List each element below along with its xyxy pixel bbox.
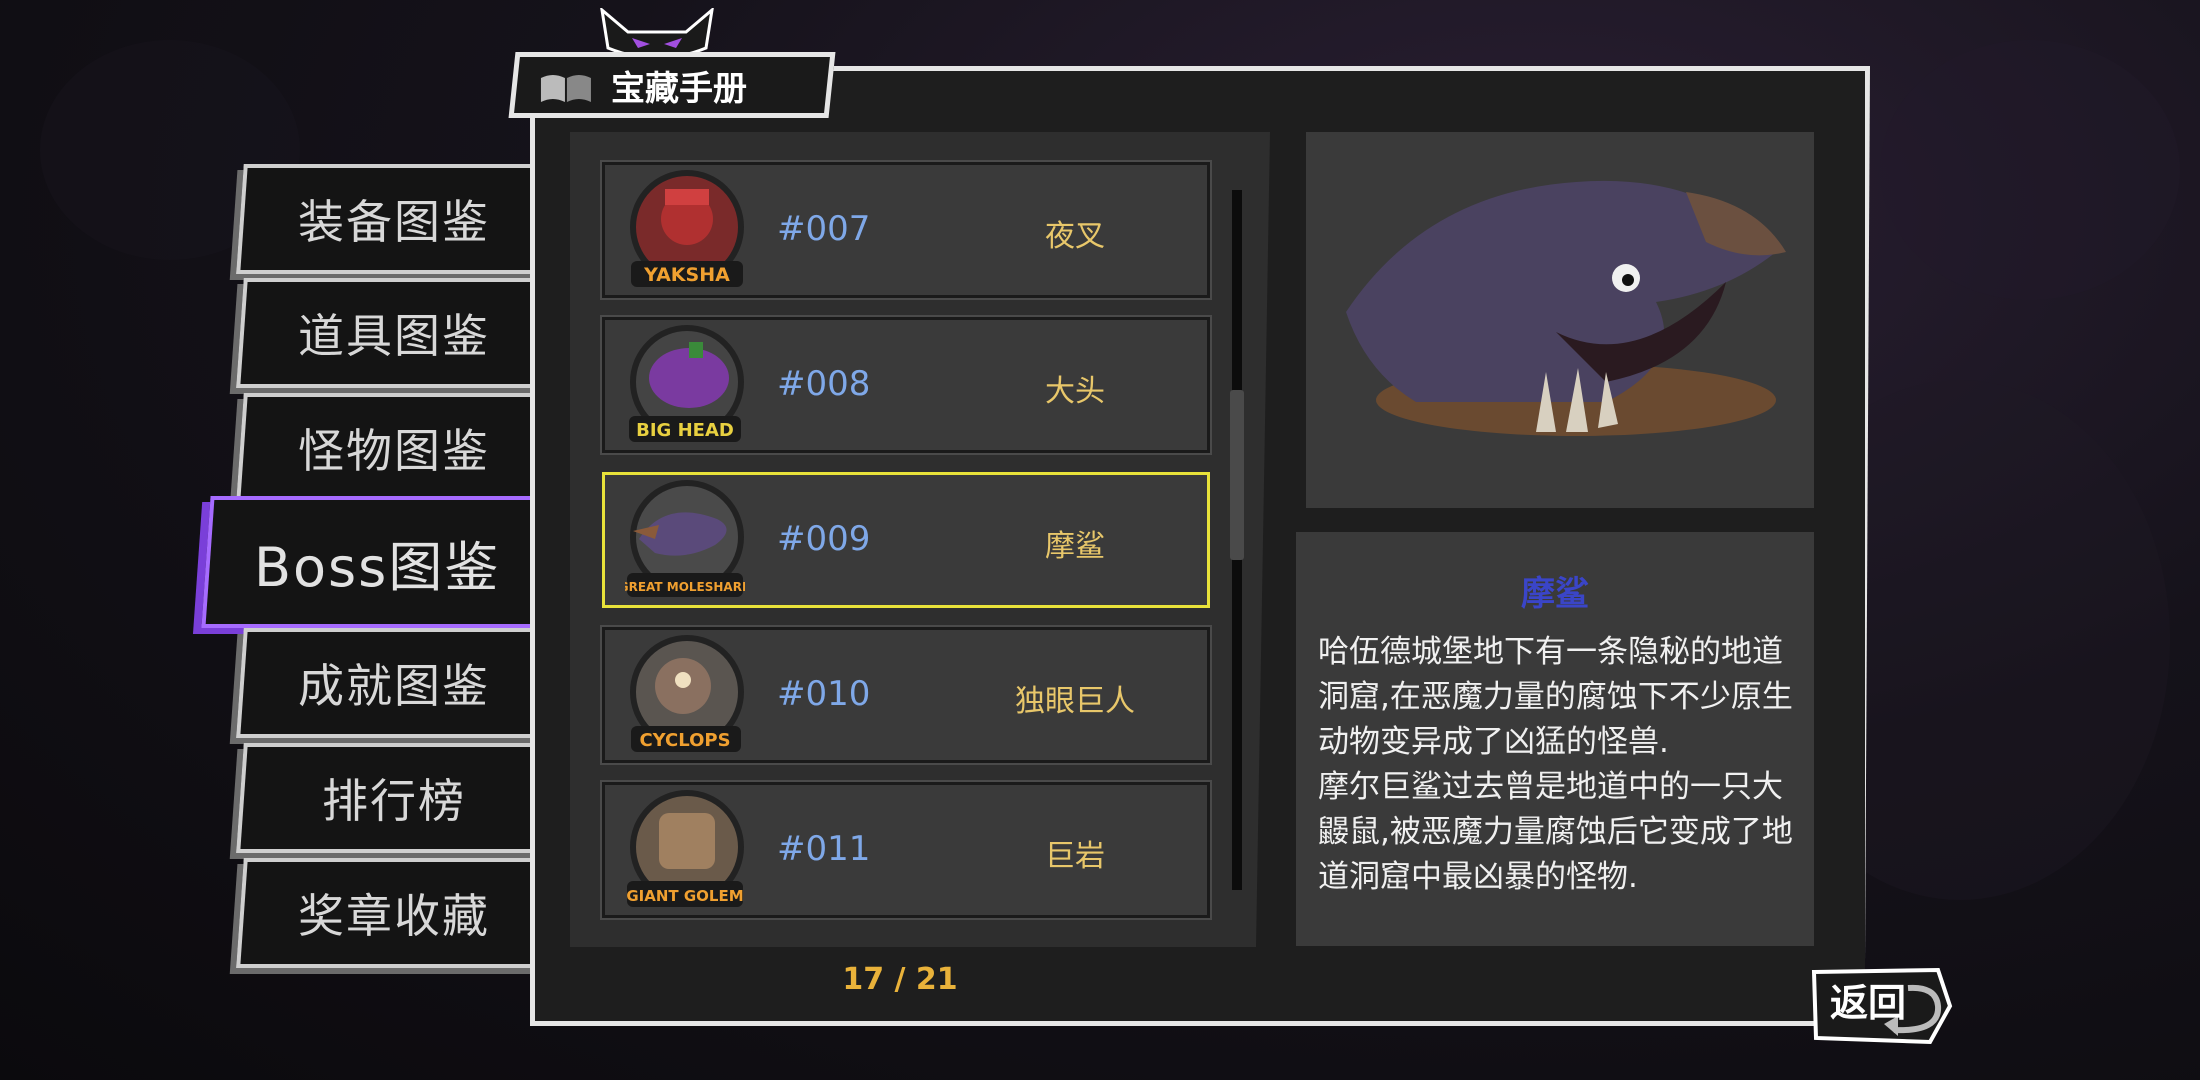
moleshark-illustration: [1346, 180, 1786, 436]
tab-label: Boss图鉴: [253, 535, 501, 599]
tab-medals[interactable]: 奖章收藏: [236, 858, 548, 968]
giant-golem-portrait-icon: GIANT GOLEM: [626, 790, 744, 907]
title-tab: 宝藏手册: [508, 52, 836, 118]
boss-name: 夜叉: [1045, 219, 1105, 254]
scrollbar-thumb[interactable]: [1230, 390, 1244, 560]
boss-name: 巨岩: [1045, 839, 1105, 874]
back-button-label[interactable]: 返回: [1830, 972, 1906, 1027]
tab-label: 奖章收藏: [298, 889, 490, 943]
list-item-selected[interactable]: GREAT MOLESHARK #009 摩鲨: [602, 472, 1210, 608]
tab-label: 装备图鉴: [298, 195, 490, 249]
tab-achievements[interactable]: 成就图鉴: [236, 628, 548, 738]
svg-text:CYCLOPS: CYCLOPS: [639, 730, 730, 751]
svg-text:YAKSHA: YAKSHA: [643, 264, 730, 286]
boss-name: 摩鲨: [1045, 529, 1105, 564]
boss-preview: [1306, 132, 1814, 508]
boss-name: 独眼巨人: [1015, 684, 1135, 719]
list-item[interactable]: BIG HEAD #008 大头: [600, 315, 1212, 455]
boss-description: 哈伍德城堡地下有一条隐秘的地道洞窟,在恶魔力量的腐蚀下不少原生动物变异成了凶猛的…: [1318, 634, 1793, 895]
list-item[interactable]: YAKSHA #007 夜叉: [600, 160, 1212, 300]
boss-number: #010: [777, 674, 871, 714]
boss-number: #007: [777, 209, 871, 249]
background-foliage: [1880, 40, 2180, 300]
list-item[interactable]: GIANT GOLEM #011 巨岩: [600, 780, 1212, 920]
tab-label: 道具图鉴: [298, 309, 490, 363]
boss-name: 大头: [1045, 374, 1105, 409]
page-indicator: 17 / 21: [842, 962, 958, 997]
great-moleshark-portrait-icon: GREAT MOLESHARK: [625, 480, 745, 597]
boss-number: #009: [777, 519, 871, 559]
tab-label: 排行榜: [322, 774, 466, 828]
svg-text:GREAT MOLESHARK: GREAT MOLESHARK: [625, 580, 745, 594]
list-item[interactable]: CYCLOPS #010 独眼巨人: [600, 625, 1212, 765]
svg-text:BIG HEAD: BIG HEAD: [636, 420, 734, 441]
tab-boss[interactable]: Boss图鉴: [201, 496, 549, 628]
page-title: 宝藏手册: [611, 68, 747, 109]
tab-label: 成就图鉴: [298, 659, 490, 713]
svg-text:GIANT GOLEM: GIANT GOLEM: [626, 887, 743, 905]
tab-leaderboard[interactable]: 排行榜: [236, 743, 548, 853]
cyclops-portrait-icon: CYCLOPS: [630, 635, 744, 752]
tab-items[interactable]: 道具图鉴: [236, 278, 548, 388]
tab-equipment[interactable]: 装备图鉴: [236, 164, 548, 274]
boss-number: #011: [777, 829, 871, 869]
tab-label: 怪物图鉴: [298, 424, 490, 478]
big-head-portrait-icon: BIG HEAD: [629, 325, 744, 442]
yaksha-portrait-icon: YAKSHA: [630, 170, 744, 287]
tab-monsters[interactable]: 怪物图鉴: [236, 393, 548, 503]
boss-detail-name: 摩鲨: [1521, 574, 1589, 614]
book-icon: [541, 74, 591, 101]
boss-number: #008: [777, 364, 871, 404]
